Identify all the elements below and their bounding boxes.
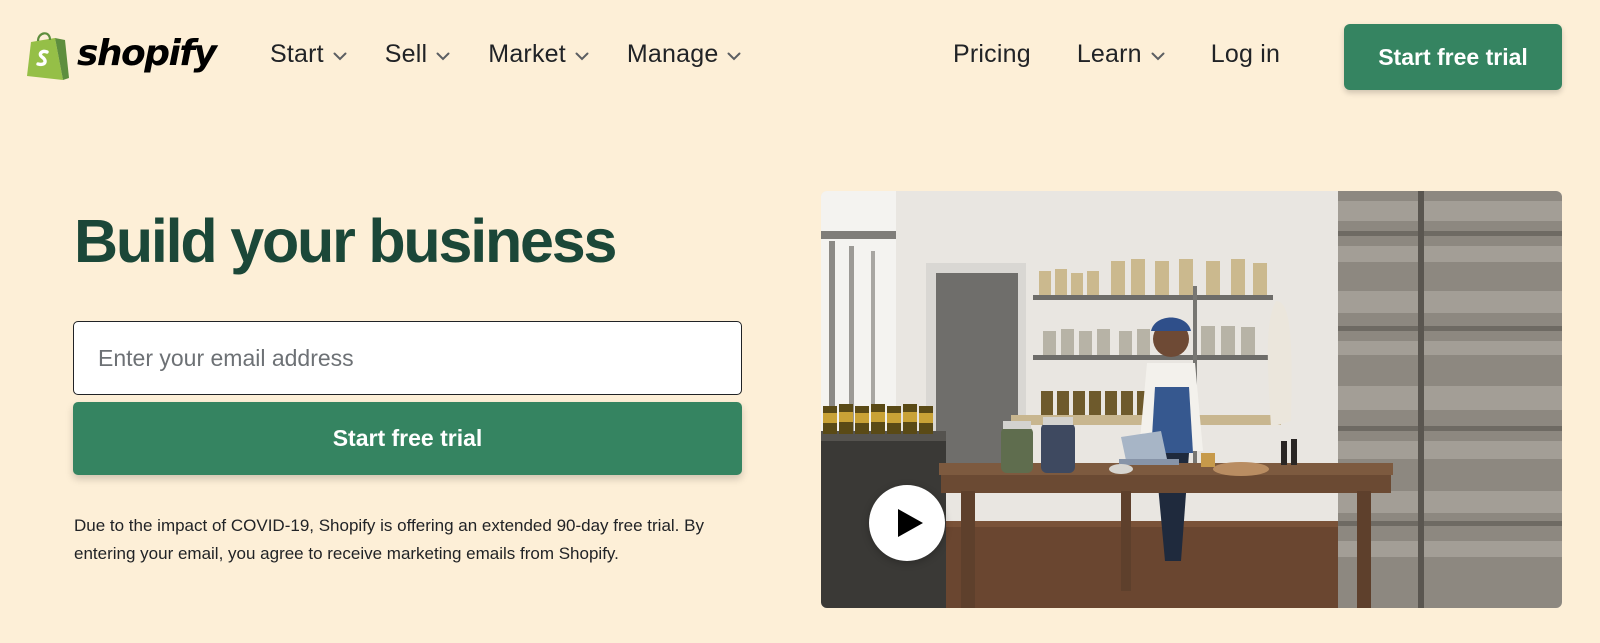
nav-sell-label: Sell xyxy=(384,40,428,68)
hero-video-thumbnail[interactable] xyxy=(821,191,1562,608)
shopping-bag-logo-icon xyxy=(27,32,69,80)
nav-market-label: Market xyxy=(488,40,566,68)
chevron-down-icon xyxy=(727,52,741,60)
nav-start[interactable]: Start xyxy=(270,40,347,69)
nav-manage-label: Manage xyxy=(626,40,719,68)
nav-start-label: Start xyxy=(270,40,324,68)
play-icon xyxy=(897,509,923,537)
play-video-button[interactable] xyxy=(869,485,945,561)
chevron-down-icon xyxy=(333,52,347,60)
hero-start-free-trial-button[interactable]: Start free trial xyxy=(73,402,742,475)
chevron-down-icon xyxy=(1151,52,1165,60)
nav-market[interactable]: Market xyxy=(488,40,589,69)
nav-learn[interactable]: Learn xyxy=(1077,40,1165,69)
primary-nav: Start Sell Market Manage xyxy=(270,40,779,69)
nav-login[interactable]: Log in xyxy=(1211,40,1280,69)
chevron-down-icon xyxy=(575,52,589,60)
chevron-down-icon xyxy=(436,52,450,60)
secondary-nav: Pricing Learn Log in xyxy=(953,40,1280,69)
email-input[interactable] xyxy=(73,321,742,395)
header-start-free-trial-button[interactable]: Start free trial xyxy=(1344,24,1562,90)
covid-trial-disclaimer: Due to the impact of COVID-19, Shopify i… xyxy=(74,516,704,563)
hero-headline: Build your business xyxy=(74,207,617,275)
shopify-logo[interactable]: shopify xyxy=(25,30,217,82)
nav-manage[interactable]: Manage xyxy=(627,40,742,69)
shopify-wordmark: shopify xyxy=(77,33,217,74)
nav-sell[interactable]: Sell xyxy=(385,40,451,69)
nav-learn-label: Learn xyxy=(1076,40,1142,68)
nav-pricing[interactable]: Pricing xyxy=(953,40,1031,69)
